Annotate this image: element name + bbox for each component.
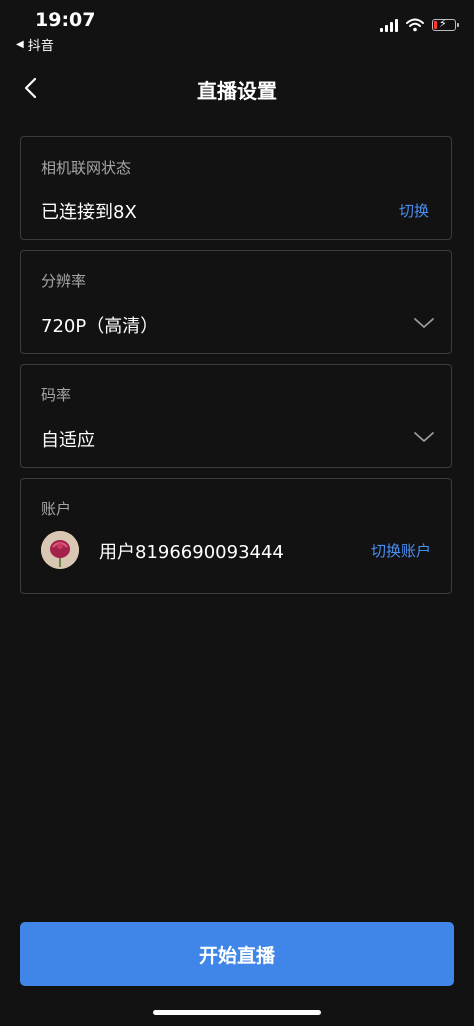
back-to-app-button[interactable]: ◀ 抖音 [16, 35, 54, 54]
network-status-card: 相机联网状态 已连接到8X 切换 [20, 136, 452, 240]
chevron-down-icon [414, 318, 434, 328]
bitrate-value: 自适应 [41, 430, 95, 451]
wifi-icon [406, 18, 424, 32]
resolution-value: 720P（高清） [41, 316, 159, 337]
page-title: 直播设置 [197, 79, 277, 103]
home-indicator[interactable] [153, 1010, 321, 1015]
system-icons: ⚡ [380, 17, 459, 32]
back-app-label: 抖音 [27, 39, 54, 54]
back-triangle-icon: ◀ [16, 39, 24, 50]
start-live-button[interactable]: 开始直播 [20, 922, 454, 986]
rose-avatar-icon [41, 531, 79, 569]
switch-account-link[interactable]: 切换账户 [371, 540, 431, 561]
chevron-down-icon [414, 432, 434, 442]
avatar [41, 531, 79, 569]
account-card: 账户 用户8196690093444 切换账户 [20, 478, 452, 594]
charging-bolt-icon: ⚡ [439, 17, 447, 30]
account-username: 用户8196690093444 [99, 542, 284, 563]
account-label: 账户 [41, 500, 72, 518]
bitrate-label: 码率 [41, 386, 72, 404]
switch-network-link[interactable]: 切换 [399, 200, 429, 221]
status-time: 19:07 [35, 9, 96, 31]
battery-icon: ⚡ [432, 17, 459, 31]
cellular-signal-icon [380, 18, 398, 32]
network-status-value: 已连接到8X [41, 202, 137, 223]
navigation-bar: 直播设置 [0, 62, 474, 112]
resolution-label: 分辨率 [41, 272, 87, 290]
status-bar: 19:07 ◀ 抖音 ⚡ [0, 0, 474, 56]
bitrate-select[interactable]: 码率 自适应 [20, 364, 452, 468]
network-status-label: 相机联网状态 [41, 159, 132, 177]
resolution-select[interactable]: 分辨率 720P（高清） [20, 250, 452, 354]
